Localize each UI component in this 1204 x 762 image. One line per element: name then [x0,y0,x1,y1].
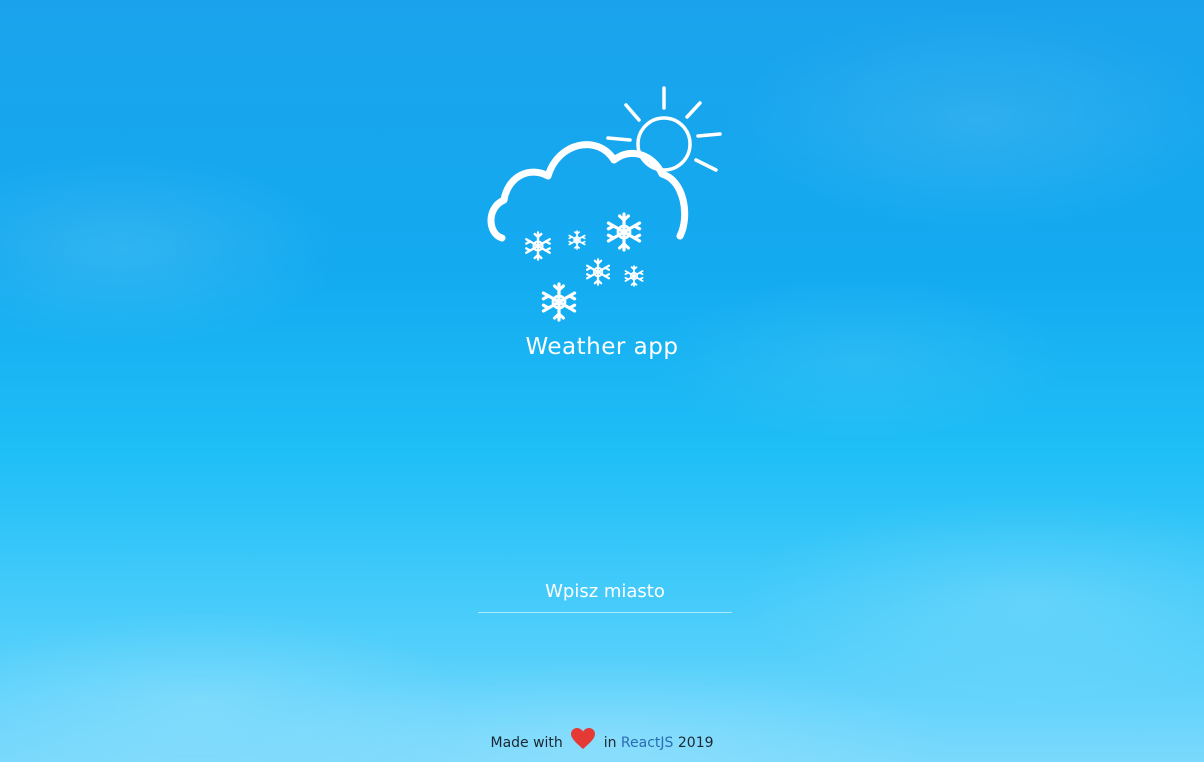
heart-icon [571,728,596,749]
reactjs-link[interactable]: ReactJS [621,735,674,751]
cloud-sun-snow-icon [487,86,722,322]
cloud-icon [487,141,689,242]
page-title: Weather app [525,334,679,360]
footer-year: 2019 [677,735,714,751]
footer-made-with: Made with [490,735,563,751]
footer-in: in [603,735,617,751]
sun-icon [606,86,722,198]
footer: Made with in ReactJS 2019 [0,728,1204,755]
search-field [478,572,732,613]
city-search-input[interactable] [478,572,732,610]
